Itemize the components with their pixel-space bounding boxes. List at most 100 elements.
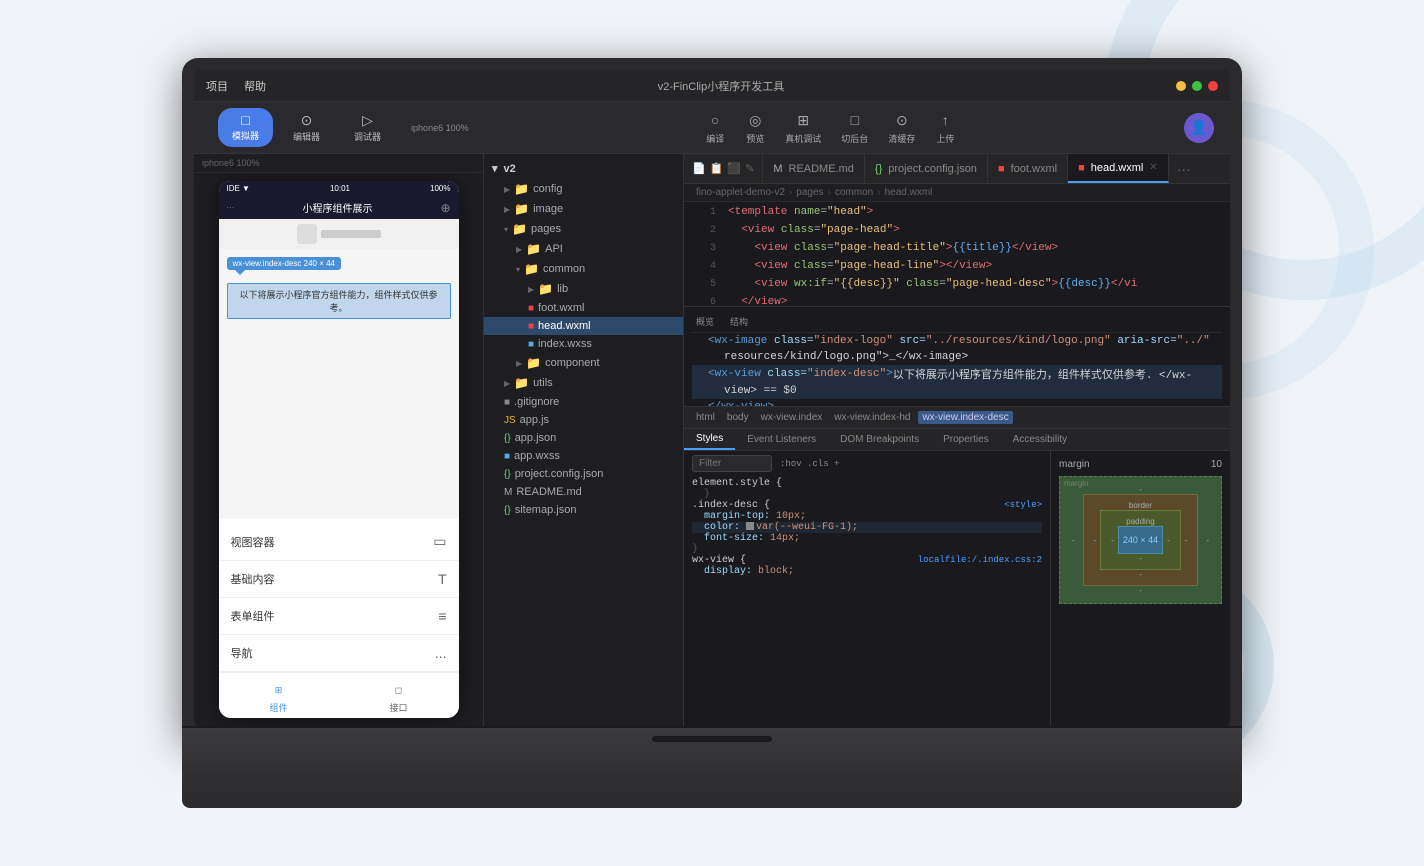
tree-item-app-js[interactable]: JS app.js [484, 411, 683, 429]
list-item-view-container[interactable]: 视图容器 ▭ [219, 523, 459, 561]
device-simulator-btn[interactable]: □ 模拟器 [218, 108, 273, 147]
breadcrumb-sep-3: › [877, 187, 880, 198]
title-bar: 项目 帮助 v2-FinClip小程序开发工具 [194, 70, 1230, 102]
preview-panel: iphone6 100% IDE ▼ 10:01 100% [194, 154, 484, 726]
html-crumb-wx-view-index[interactable]: wx-view.index [757, 411, 827, 424]
folder-lib-icon: 📁 [538, 282, 553, 296]
devtools-tab-accessibility[interactable]: Accessibility [1001, 430, 1079, 449]
laptop-screen: 项目 帮助 v2-FinClip小程序开发工具 □ [194, 70, 1230, 726]
upload-icon: ↑ [935, 110, 955, 130]
tab-project-config-icon: {} [875, 163, 882, 175]
tab-head-wxml[interactable]: ■ head.wxml ✕ [1068, 154, 1169, 183]
list-item-nav[interactable]: 导航 ... [219, 635, 459, 672]
html-crumb-html[interactable]: html [692, 411, 719, 424]
phone-list: 视图容器 ▭ 基础内容 T 表单组件 ≡ [219, 523, 459, 672]
style-filter-row: :hov .cls + [692, 455, 1042, 472]
style-prop-font-size: font-size: 14px; [692, 533, 1042, 544]
action-upload[interactable]: ↑ 上传 [935, 110, 955, 145]
app-title: v2-FinClip小程序开发工具 [274, 78, 1168, 94]
tree-item-app-json[interactable]: {} app.json [484, 429, 683, 447]
components-nav-icon: ⊞ [270, 681, 288, 699]
list-item-basic-content[interactable]: 基础内容 T [219, 561, 459, 598]
file-icon-index-wxss: ■ [528, 339, 534, 350]
phone-content: wx-view.index-desc 240 × 44 以下将展示小程序官方组件… [219, 219, 459, 519]
main-content: iphone6 100% IDE ▼ 10:01 100% [194, 154, 1230, 726]
phone-logo-text [321, 230, 381, 238]
devtools-tab-dom-breakpoints[interactable]: DOM Breakpoints [828, 430, 931, 449]
window-minimize[interactable] [1176, 81, 1186, 91]
action-preview[interactable]: ◎ 预览 [745, 110, 765, 145]
html-crumb-wx-view-index-desc[interactable]: wx-view.index-desc [918, 411, 1012, 424]
tree-item-index-wxss[interactable]: ■ index.wxss [484, 335, 683, 353]
panel-tab-wxml[interactable]: 结构 [730, 315, 748, 328]
style-rule-element-close: } [692, 489, 1042, 500]
tree-item-head-wxml[interactable]: ■ head.wxml [484, 317, 683, 335]
user-avatar[interactable]: 👤 [1184, 113, 1214, 143]
style-filter-input[interactable] [692, 455, 772, 472]
tab-foot-wxml[interactable]: ■ foot.wxml [988, 154, 1068, 183]
tree-item-api[interactable]: ▶ 📁 API [484, 239, 683, 259]
tree-item-app-wxss[interactable]: ■ app.wxss [484, 447, 683, 465]
action-background[interactable]: □ 切后台 [841, 110, 868, 145]
menu-item-project[interactable]: 项目 [206, 78, 228, 94]
list-item-label-3: 导航 [231, 645, 253, 661]
tree-item-utils[interactable]: ▶ 📁 utils [484, 373, 683, 393]
menu-item-help[interactable]: 帮助 [244, 78, 266, 94]
action-device-debug[interactable]: ⊞ 真机调试 [785, 110, 821, 145]
tab-more-button[interactable]: ··· [1169, 161, 1199, 177]
window-close[interactable] [1208, 81, 1218, 91]
devtools-tab-properties[interactable]: Properties [931, 430, 1001, 449]
phone-nav-api[interactable]: ◻ 接口 [339, 677, 459, 718]
folder-utils-icon: 📁 [514, 376, 529, 390]
breadcrumb-sep-1: › [789, 187, 792, 198]
devtools-tabs: Styles Event Listeners DOM Breakpoints P… [684, 429, 1230, 451]
html-crumb-wx-view-index-hd[interactable]: wx-view.index-hd [830, 411, 914, 424]
list-item-form[interactable]: 表单组件 ≡ [219, 598, 459, 635]
tree-item-readme[interactable]: M README.md [484, 483, 683, 501]
tree-item-component[interactable]: ▶ 📁 component [484, 353, 683, 373]
html-crumb-body[interactable]: body [723, 411, 753, 424]
compile-icon: ○ [705, 110, 725, 130]
devtools-content: :hov .cls + element.style { } .index-des… [684, 451, 1230, 726]
devtools-html-bar: html body wx-view.index wx-view.index-hd… [684, 407, 1230, 429]
phone-nav-components[interactable]: ⊞ 组件 [219, 677, 339, 718]
ht-line-4: view> == $0 [692, 383, 1222, 399]
device-editor-btn[interactable]: ⊙ 编辑器 [279, 108, 334, 147]
style-pseudo-label: :hov .cls + [780, 459, 839, 469]
file-icon-app-json: {} [504, 433, 511, 444]
devtools-tab-styles[interactable]: Styles [684, 429, 735, 450]
code-main[interactable]: 1 <template name="head"> 2 <view class="… [684, 202, 1230, 306]
action-compile[interactable]: ○ 编译 [705, 110, 725, 145]
bm-border: border - padding - [1083, 494, 1199, 586]
file-icon-foot-wxml: ■ [528, 303, 534, 314]
phone-status-time: 10:01 [330, 184, 350, 193]
file-icon-app-wxss: ■ [504, 451, 510, 462]
tab-project-config[interactable]: {} project.config.json [865, 154, 988, 183]
phone-title-bar: ··· 小程序组件展示 ⊕ [219, 196, 459, 219]
device-info: iphone6 100% [403, 123, 477, 133]
style-source-1: <style> [1004, 500, 1042, 510]
tree-item-sitemap[interactable]: {} sitemap.json [484, 501, 683, 519]
tree-item-image[interactable]: ▶ 📁 image [484, 199, 683, 219]
bm-margin-sides: - border - padding [1068, 494, 1213, 586]
device-debugger-btn[interactable]: ▷ 调试器 [340, 108, 395, 147]
code-line-3: 3 <view class="page-head-title">{{title}… [684, 242, 1230, 260]
action-clear-cache[interactable]: ⊙ 清缓存 [888, 110, 915, 145]
tab-close-head-wxml[interactable]: ✕ [1149, 162, 1157, 173]
window-maximize[interactable] [1192, 81, 1202, 91]
folder-api-icon: 📁 [526, 242, 541, 256]
tree-item-gitignore[interactable]: ■ .gitignore [484, 393, 683, 411]
tree-item-foot-wxml[interactable]: ■ foot.wxml [484, 299, 683, 317]
devtools-tab-event-listeners[interactable]: Event Listeners [735, 430, 828, 449]
ht-line-3: <wx-view class="index-desc" > 以下将展示小程序官方… [692, 365, 1222, 383]
style-rule-element: element.style { [692, 478, 1042, 489]
panel-tab-inspector[interactable]: 概览 [696, 315, 714, 328]
tree-item-config[interactable]: ▶ 📁 config [484, 179, 683, 199]
tree-item-lib[interactable]: ▶ 📁 lib [484, 279, 683, 299]
tree-item-pages[interactable]: ▾ 📁 pages [484, 219, 683, 239]
tree-item-common[interactable]: ▾ 📁 common [484, 259, 683, 279]
chevron-common-icon: ▾ [516, 265, 520, 274]
tab-readme[interactable]: M README.md [763, 154, 865, 183]
breadcrumb-file: head.wxml [885, 187, 933, 198]
tree-item-project-config[interactable]: {} project.config.json [484, 465, 683, 483]
